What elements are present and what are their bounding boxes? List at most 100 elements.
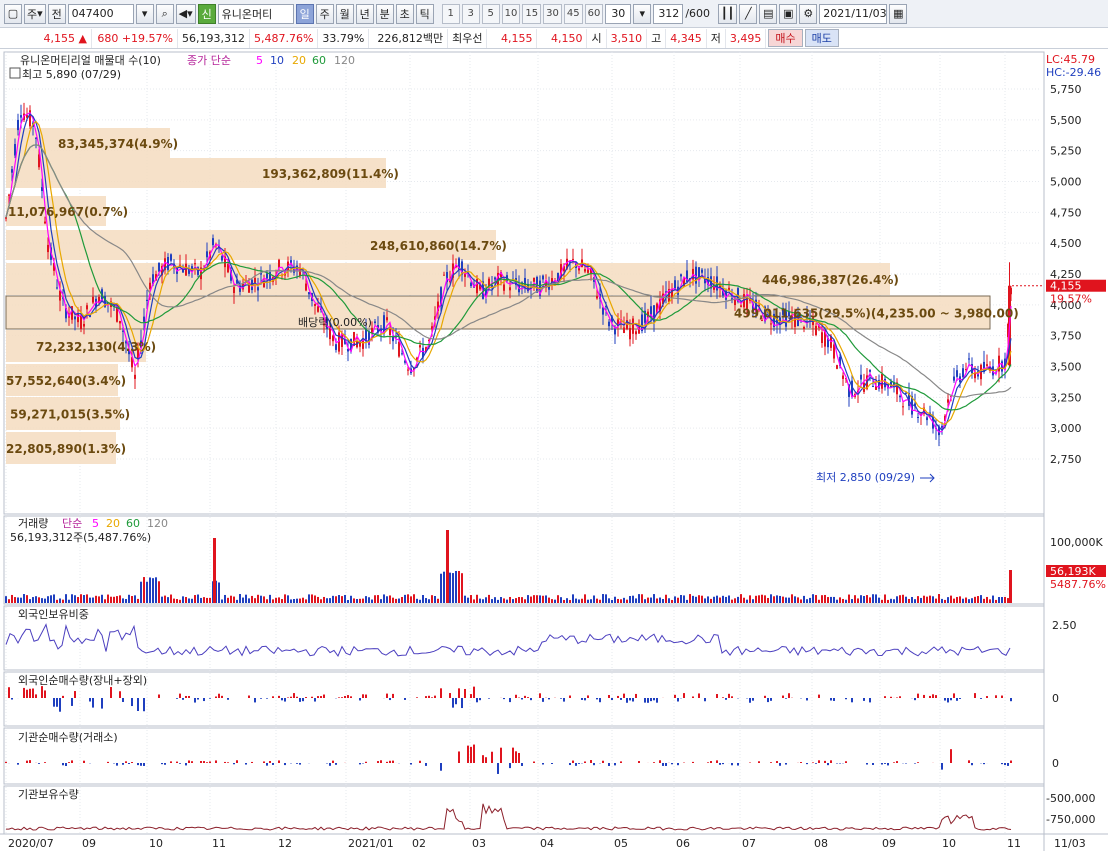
interval-45[interactable]: 45 bbox=[563, 3, 583, 24]
volume-bar bbox=[785, 597, 787, 603]
volume-bar bbox=[491, 599, 493, 603]
draw-tool-icon[interactable]: ╱ bbox=[739, 3, 758, 24]
foreign-net-bar bbox=[833, 698, 835, 701]
foreign-net-bar bbox=[932, 694, 934, 698]
candle-body bbox=[542, 275, 544, 280]
range-count-input[interactable]: 312 bbox=[653, 3, 684, 24]
prev-button[interactable]: 전 bbox=[47, 3, 66, 24]
candle-body bbox=[359, 342, 361, 347]
volume-bar bbox=[767, 597, 769, 603]
sound-icon[interactable]: ◀▾ bbox=[175, 3, 196, 24]
volume-bar bbox=[947, 597, 949, 603]
inst-net-bar bbox=[83, 760, 85, 763]
interval-1[interactable]: 1 bbox=[441, 3, 460, 24]
volume-value: 56,193,312 bbox=[178, 28, 250, 48]
inst-net-bar bbox=[887, 763, 889, 766]
volume-bar bbox=[488, 594, 490, 603]
interval-15[interactable]: 15 bbox=[522, 3, 542, 24]
interval-5[interactable]: 5 bbox=[481, 3, 500, 24]
volume-bar bbox=[926, 596, 928, 603]
interval-dropdown-icon[interactable]: ▾ bbox=[633, 3, 652, 24]
code-dropdown-icon[interactable]: ▾ bbox=[135, 3, 154, 24]
interval-count-input[interactable]: 30 bbox=[605, 3, 632, 24]
window-icon[interactable]: ▢ bbox=[4, 3, 22, 24]
foreign-net-bar bbox=[338, 697, 340, 698]
y-tick-label: 5,500 bbox=[1050, 114, 1082, 127]
candle-body bbox=[83, 323, 85, 327]
inst-net-bar bbox=[941, 763, 943, 770]
foreign-net-bar bbox=[725, 698, 727, 700]
inst-net-bar bbox=[332, 760, 334, 763]
tab-second[interactable]: 초 bbox=[395, 3, 414, 24]
tab-week[interactable]: 주 bbox=[315, 3, 334, 24]
chart-area[interactable]: 5,750 5,500 5,250 5,000 4,750 4,500 4,250 4,000… bbox=[0, 50, 1108, 851]
foreign-net-bar bbox=[788, 693, 790, 698]
stock-code-input[interactable]: 047400 bbox=[67, 3, 134, 24]
sell-button[interactable]: 매도 bbox=[804, 29, 839, 47]
volume-y-tick: 100,000K bbox=[1050, 536, 1103, 549]
foreign-net-bar bbox=[266, 698, 268, 699]
volume-bar bbox=[260, 595, 262, 603]
foreign-net-bar bbox=[194, 698, 196, 703]
inst-net-bar bbox=[950, 749, 952, 763]
volume-bar bbox=[671, 599, 673, 603]
save-icon[interactable]: ▣ bbox=[779, 3, 798, 24]
foreign-net-bar bbox=[29, 688, 31, 698]
buy-button[interactable]: 매수 bbox=[768, 29, 803, 47]
inst-net-bar bbox=[122, 763, 124, 765]
volume-bar bbox=[476, 594, 478, 603]
volume-bar bbox=[284, 594, 286, 603]
tab-day[interactable]: 일 bbox=[295, 3, 314, 24]
stock-chart[interactable]: 5,7505,5005,2505,0004,7504,5004,2504,000… bbox=[0, 50, 1108, 851]
foreign-net-bar bbox=[560, 698, 562, 699]
foreign-net-bar bbox=[917, 693, 919, 698]
foreign-net-bar bbox=[392, 693, 394, 698]
volume-bar bbox=[410, 596, 412, 603]
volume-bar bbox=[803, 595, 805, 603]
volume-bar bbox=[179, 599, 181, 603]
indicator-icon[interactable]: ▤ bbox=[759, 3, 778, 24]
volume-bar bbox=[572, 594, 574, 603]
volume-bar bbox=[902, 594, 904, 603]
candle-body bbox=[953, 376, 955, 381]
interval-10[interactable]: 10 bbox=[501, 3, 521, 24]
inst-net-bar bbox=[269, 761, 271, 763]
period-unit-select[interactable]: 주 ▾ bbox=[24, 3, 46, 24]
interval-30[interactable]: 30 bbox=[543, 3, 562, 24]
high-label: 고 bbox=[647, 28, 667, 48]
foreign-net-bar bbox=[8, 687, 10, 698]
candle-body bbox=[194, 263, 196, 265]
foreign-net-bar bbox=[644, 698, 646, 703]
candle-type-icon[interactable]: ┃┃ bbox=[718, 3, 738, 24]
search-icon[interactable]: ⌕ bbox=[155, 3, 174, 24]
volume-bar bbox=[350, 595, 352, 603]
foreign-net-bar bbox=[143, 698, 145, 712]
interval-60[interactable]: 60 bbox=[584, 3, 604, 24]
gear-icon[interactable]: ⚙ bbox=[799, 3, 818, 24]
volume-bar bbox=[584, 594, 586, 603]
inst-net-bar bbox=[719, 763, 721, 765]
foreign-net-bar bbox=[272, 696, 274, 698]
calendar-icon[interactable]: ▦ bbox=[889, 3, 908, 24]
tab-year[interactable]: 년 bbox=[355, 3, 374, 24]
date-input[interactable]: 2021/11/03 bbox=[819, 3, 888, 24]
interval-3[interactable]: 3 bbox=[461, 3, 480, 24]
tab-month[interactable]: 월 bbox=[335, 3, 354, 24]
foreign-net-bar bbox=[32, 688, 34, 698]
volume-bar bbox=[218, 582, 220, 603]
volume-bar bbox=[707, 596, 709, 603]
dividend-label: 배당락(0.00%) bbox=[298, 316, 372, 329]
foreign-net-bar bbox=[11, 698, 13, 700]
foreign-net-bar bbox=[785, 698, 787, 699]
tab-tick[interactable]: 틱 bbox=[415, 3, 434, 24]
foreign-net-bar bbox=[314, 698, 316, 702]
x-tick-label: 09 bbox=[82, 837, 96, 850]
volume-bar bbox=[638, 594, 640, 603]
volume-bar bbox=[314, 595, 316, 603]
tab-minute[interactable]: 분 bbox=[375, 3, 394, 24]
low-price: 3,495 bbox=[726, 28, 767, 48]
volume-bar bbox=[131, 596, 133, 603]
volume-bar bbox=[416, 598, 418, 603]
range-total: /600 bbox=[685, 7, 711, 20]
volume-bar bbox=[305, 599, 307, 603]
